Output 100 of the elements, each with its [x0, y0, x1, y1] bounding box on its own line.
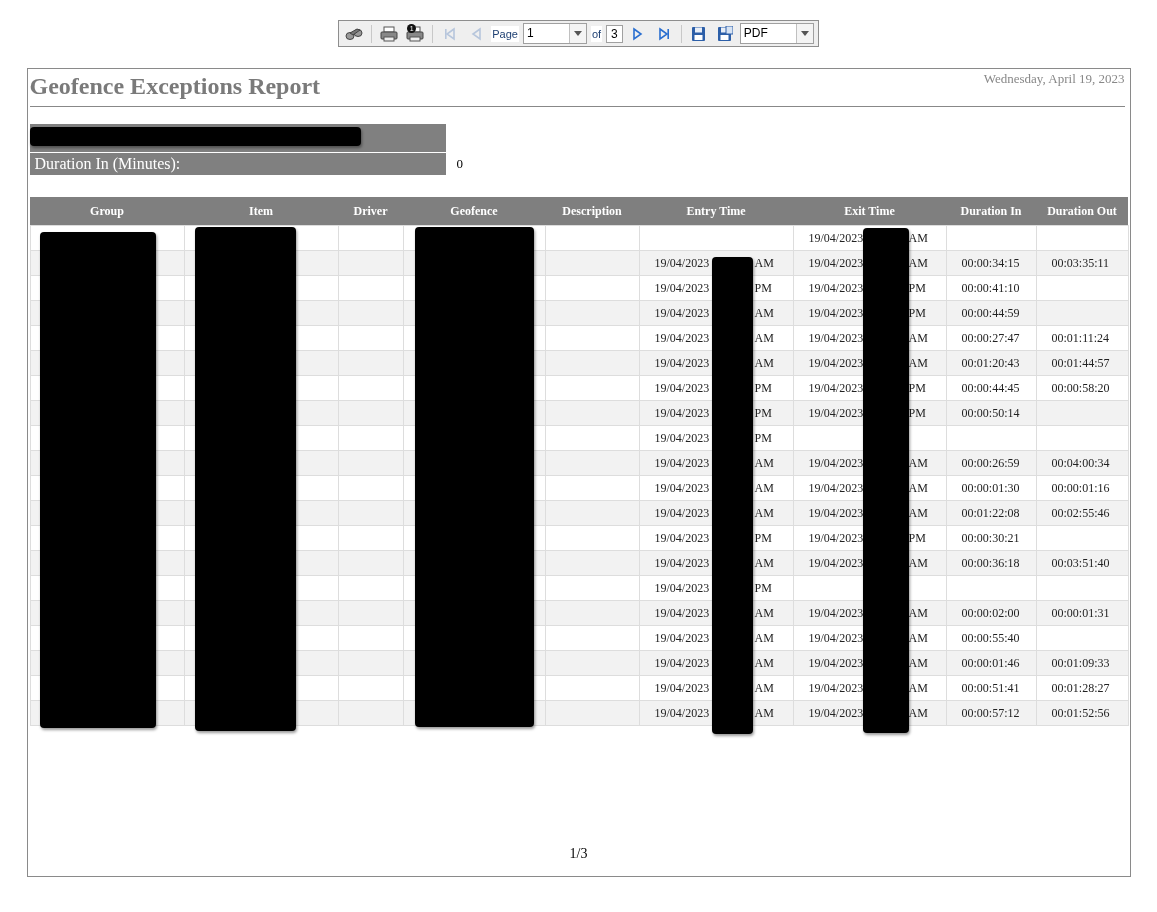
table-cell: 00:01:11:24 — [1036, 325, 1128, 351]
table-cell: 00:00:41:10 — [946, 275, 1036, 301]
table-cell — [338, 325, 403, 351]
table-cell: 00:01:44:57 — [1036, 350, 1128, 376]
table-cell: 00:01:22:08 — [946, 500, 1036, 526]
page-number: 1/3 — [569, 846, 588, 862]
table-cell: 00:00:30:21 — [946, 525, 1036, 551]
period-text: AM — [908, 655, 928, 671]
table-cell — [338, 225, 403, 251]
period-text: PM — [754, 580, 772, 596]
period-text: AM — [754, 555, 774, 571]
table-cell — [338, 450, 403, 476]
period-text: AM — [754, 705, 774, 721]
column-header: Duration In — [946, 197, 1036, 226]
date-text: 19/04/2023 — [654, 280, 711, 296]
period-text: AM — [908, 555, 928, 571]
date-text: 19/04/2023 — [808, 355, 865, 371]
column-header: Duration Out — [1036, 197, 1128, 226]
table-cell — [338, 350, 403, 376]
page-label: Page — [491, 25, 519, 42]
date-text: 19/04/2023 — [654, 630, 711, 646]
date-text: 19/04/2023 — [654, 355, 711, 371]
date-text: 19/04/2023 — [654, 580, 711, 596]
save-icon — [690, 25, 707, 42]
date-text: 19/04/2023 — [808, 480, 865, 496]
caret-icon — [800, 31, 809, 36]
period-text: AM — [908, 455, 928, 471]
period-text: AM — [754, 480, 774, 496]
period-text: AM — [908, 230, 928, 246]
table-cell — [338, 300, 403, 326]
date-text: 19/04/2023 — [654, 405, 711, 421]
table-cell: 00:00:02:00 — [946, 600, 1036, 626]
date-text: 19/04/2023 — [808, 655, 865, 671]
date-text: 19/04/2023 — [654, 330, 711, 346]
table-cell: 00:00:36:18 — [946, 550, 1036, 576]
table-cell — [338, 575, 403, 601]
period-text: AM — [754, 355, 774, 371]
table-cell: 00:00:44:59 — [946, 300, 1036, 326]
period-text: AM — [908, 355, 928, 371]
date-text: 19/04/2023 — [654, 530, 711, 546]
date-text: 19/04/2023 — [808, 305, 865, 321]
page-count: 3 — [606, 24, 623, 43]
table-cell — [338, 375, 403, 401]
date-text: 19/04/2023 — [654, 255, 711, 271]
column-header: Exit Time — [793, 197, 946, 226]
table-cell: 00:00:27:47 — [946, 325, 1036, 351]
period-text: AM — [754, 505, 774, 521]
table-cell — [338, 275, 403, 301]
table-cell — [338, 550, 403, 576]
period-text: PM — [908, 280, 926, 296]
period-text: AM — [754, 630, 774, 646]
binoculars-icon — [345, 26, 364, 41]
date-text: 19/04/2023 — [808, 380, 865, 396]
table-cell: 00:00:44:45 — [946, 375, 1036, 401]
period-text: AM — [754, 655, 774, 671]
print-button[interactable] — [378, 23, 401, 44]
period-text: AM — [908, 680, 928, 696]
table-cell: 00:04:00:34 — [1036, 450, 1128, 476]
table-cell — [338, 625, 403, 651]
format-select[interactable]: PDF — [739, 23, 814, 44]
table-cell: 00:03:35:11 — [1036, 250, 1128, 276]
column-header: Item — [184, 197, 338, 226]
table-cell — [338, 425, 403, 451]
page-select[interactable]: 1 — [522, 23, 587, 44]
table-cell: 00:00:26:59 — [946, 450, 1036, 476]
next-icon — [630, 26, 645, 41]
period-text: PM — [754, 430, 772, 446]
table-cell: 00:00:50:14 — [946, 400, 1036, 426]
period-text: AM — [754, 255, 774, 271]
date-text: 19/04/2023 — [808, 705, 865, 721]
column-header: Entry Time — [639, 197, 793, 226]
period-text: PM — [908, 305, 926, 321]
date-text: 19/04/2023 — [808, 255, 865, 271]
date-text: 19/04/2023 — [808, 555, 865, 571]
date-text: 19/04/2023 — [654, 680, 711, 696]
table-cell: 00:00:58:20 — [1036, 375, 1128, 401]
period-text: AM — [908, 480, 928, 496]
date-text: 19/04/2023 — [654, 605, 711, 621]
report-title: Geofence Exceptions Report — [29, 72, 321, 101]
date-text: 19/04/2023 — [654, 305, 711, 321]
date-text: 19/04/2023 — [808, 680, 865, 696]
date-text: 19/04/2023 — [808, 530, 865, 546]
previous-icon — [469, 26, 484, 41]
period-text: PM — [908, 380, 926, 396]
date-text: 19/04/2023 — [808, 405, 865, 421]
table-cell — [338, 500, 403, 526]
table-cell: 00:00:51:41 — [946, 675, 1036, 701]
date-text: 19/04/2023 — [654, 555, 711, 571]
table-cell: 00:00:57:12 — [946, 700, 1036, 726]
filter-label: Duration In (Minutes): — [29, 153, 446, 175]
date-text: 19/04/2023 — [808, 455, 865, 471]
table-cell — [338, 650, 403, 676]
period-text: AM — [754, 330, 774, 346]
table-cell: 00:01:20:43 — [946, 350, 1036, 376]
table-cell: 00:02:55:46 — [1036, 500, 1128, 526]
date-text: 19/04/2023 — [654, 455, 711, 471]
caret-icon — [573, 31, 582, 36]
date-text: 19/04/2023 — [808, 505, 865, 521]
period-text: AM — [908, 505, 928, 521]
date-text: 19/04/2023 — [808, 230, 865, 246]
